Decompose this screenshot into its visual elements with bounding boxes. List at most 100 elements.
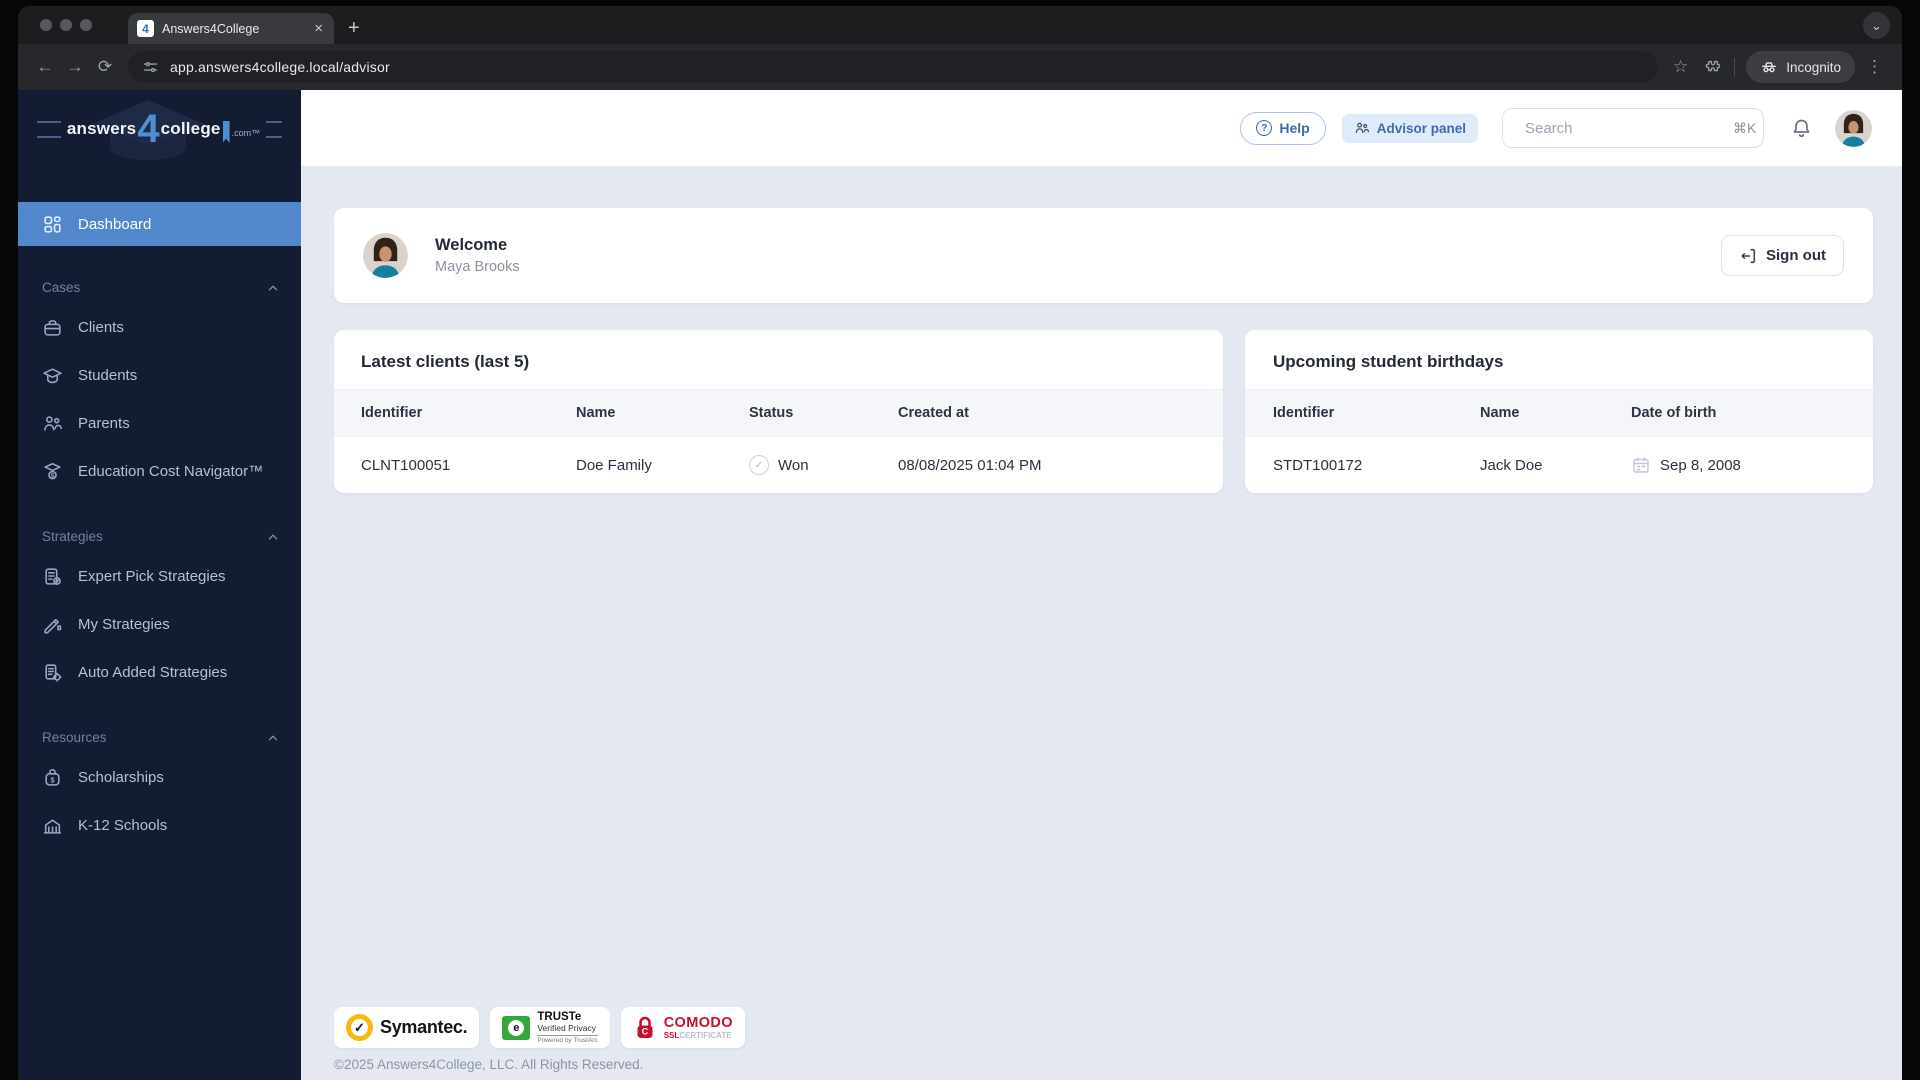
tab-search-button[interactable]: ⌄ xyxy=(1863,12,1890,39)
document-gear-icon xyxy=(45,663,62,682)
sidebar-item-auto-added-strategies[interactable]: Auto Added Strategies xyxy=(18,648,301,696)
column-header: Status xyxy=(749,405,794,421)
toolbar-divider xyxy=(1734,58,1736,76)
sidebar-item-scholarships[interactable]: $ Scholarships xyxy=(18,753,301,801)
question-icon: ? xyxy=(1256,120,1273,136)
sidebar-item-label: Expert Pick Strategies xyxy=(78,567,226,585)
app-header: ? Help Advisor panel Search ⌘K xyxy=(301,90,1902,167)
search-input[interactable] xyxy=(1525,119,1724,137)
tab-strip: 4 Answers4College × + ⌄ xyxy=(18,6,1902,44)
sidebar-section-cases[interactable]: Cases xyxy=(18,280,301,295)
truste-e: e xyxy=(508,1019,525,1036)
birthdays-title: Upcoming student birthdays xyxy=(1273,352,1504,371)
calendar-icon xyxy=(1633,457,1649,473)
bookmark-star-icon[interactable]: ☆ xyxy=(1673,57,1688,77)
forward-button[interactable]: → xyxy=(60,57,90,77)
advisor-name: Maya Brooks xyxy=(435,259,520,275)
column-header: Identifier xyxy=(1273,405,1335,421)
logo-ribbon-icon xyxy=(222,121,230,143)
chevron-up-icon xyxy=(268,534,278,539)
url-text: app.answers4college.local/advisor xyxy=(170,59,390,75)
sidebar-item-parents[interactable]: Parents xyxy=(18,399,301,447)
sidebar-item-k12-schools[interactable]: K-12 Schools xyxy=(18,801,301,849)
notifications-bell-icon[interactable] xyxy=(1790,117,1813,140)
sidebar-item-label: My Strategies xyxy=(78,615,170,633)
back-button[interactable]: ← xyxy=(30,57,60,77)
sidebar-item-clients[interactable]: Clients xyxy=(18,303,301,351)
tab-title: Answers4College xyxy=(162,21,260,36)
app-logo[interactable]: answers 4 college .com™ xyxy=(18,90,301,168)
browser-menu-icon[interactable]: ⋮ xyxy=(1866,57,1883,77)
graduation-cap-icon xyxy=(43,367,62,383)
chevron-up-icon xyxy=(268,285,278,290)
user-avatar[interactable] xyxy=(1835,109,1872,147)
sidebar-item-my-strategies[interactable]: My Strategies xyxy=(18,600,301,648)
sidebar-item-education-cost-navigator[interactable]: $ Education Cost Navigator™ xyxy=(18,447,301,495)
symantec-label: Symantec. xyxy=(380,1017,468,1037)
sidebar-section-strategies[interactable]: Strategies xyxy=(18,529,301,544)
new-tab-button[interactable]: + xyxy=(348,17,360,40)
sidebar-item-label: Clients xyxy=(78,318,124,336)
sidebar-nav: Dashboard Cases Clients Students Parents… xyxy=(18,168,301,849)
dashboard-grid-icon xyxy=(44,215,61,233)
chevron-up-icon xyxy=(268,735,278,740)
upcoming-birthdays-card: Upcoming student birthdays Identifier Na… xyxy=(1245,330,1873,493)
sign-out-button[interactable]: Sign out xyxy=(1721,235,1844,276)
profile-avatar xyxy=(363,233,408,278)
comodo-certificate: CERTIFICATE xyxy=(679,1031,732,1041)
birthdays-header-row: Identifier Name Date of birth xyxy=(1245,389,1873,436)
help-button[interactable]: ? Help xyxy=(1240,111,1326,145)
close-window-button[interactable] xyxy=(40,19,52,31)
sidebar-item-students[interactable]: Students xyxy=(18,351,301,399)
help-label: Help xyxy=(1279,120,1310,136)
sidebar-item-label: K-12 Schools xyxy=(78,816,168,834)
site-settings-icon[interactable] xyxy=(142,59,159,76)
status-check-icon: ✓ xyxy=(749,455,769,475)
reload-button[interactable]: ⟳ xyxy=(90,57,120,77)
column-header: Name xyxy=(1480,405,1520,421)
table-row[interactable]: STDT100172 Jack Doe Sep 8, 2008 xyxy=(1245,436,1873,493)
svg-text:C: C xyxy=(641,1026,648,1036)
tab-favicon-icon: 4 xyxy=(137,20,154,37)
client-identifier: CLNT100051 xyxy=(361,456,451,474)
incognito-label: Incognito xyxy=(1786,59,1841,75)
svg-text:$: $ xyxy=(50,775,54,784)
browser-tab[interactable]: 4 Answers4College × xyxy=(128,13,334,44)
money-bag-icon: $ xyxy=(45,768,60,786)
sidebar-section-resources[interactable]: Resources xyxy=(18,730,301,745)
sidebar-item-label: Students xyxy=(78,366,138,384)
sidebar-item-dashboard[interactable]: Dashboard xyxy=(18,202,301,246)
table-row[interactable]: CLNT100051 Doe Family ✓ Won 08/08/2025 0… xyxy=(334,436,1223,493)
client-created-at: 08/08/2025 01:04 PM xyxy=(898,456,1042,474)
client-status: ✓ Won xyxy=(749,455,898,475)
copyright-text: ©2025 Answers4College, LLC. All Rights R… xyxy=(334,1057,644,1072)
address-bar[interactable]: app.answers4college.local/advisor xyxy=(128,51,1658,83)
welcome-title: Welcome xyxy=(435,236,508,254)
search-box[interactable]: ⌘K xyxy=(1502,108,1764,148)
logo-text-com: .com™ xyxy=(231,127,261,138)
minimize-window-button[interactable] xyxy=(60,19,72,31)
tab-close-icon[interactable]: × xyxy=(312,21,325,36)
dob-label: Sep 8, 2008 xyxy=(1660,456,1741,474)
page-footer: ✓ Symantec. e TRUSTe Verified Privacy Po… xyxy=(334,1007,745,1072)
truste-badge: e TRUSTe Verified Privacy Powered by Tru… xyxy=(490,1007,610,1048)
briefcase-icon xyxy=(44,319,61,336)
column-header: Name xyxy=(576,405,616,421)
zoom-window-button[interactable] xyxy=(80,19,92,31)
sidebar-item-label: Auto Added Strategies xyxy=(78,663,228,681)
logo-right-lines xyxy=(266,120,283,138)
svg-text:$: $ xyxy=(51,472,55,479)
truste-powered-by: Powered by TrustArc xyxy=(537,1036,598,1044)
extensions-icon[interactable] xyxy=(1702,58,1721,76)
column-header: Created at xyxy=(898,405,969,421)
comodo-ssl: SSL xyxy=(663,1031,680,1041)
comodo-title: COMODO xyxy=(663,1014,733,1031)
incognito-icon xyxy=(1762,62,1777,73)
advisor-panel-badge[interactable]: Advisor panel xyxy=(1341,113,1478,143)
school-building-icon xyxy=(43,818,62,834)
sidebar-item-expert-pick-strategies[interactable]: Expert Pick Strategies xyxy=(18,552,301,600)
client-name: Doe Family xyxy=(576,456,652,474)
advisor-people-icon xyxy=(1355,122,1369,134)
search-shortcut: ⌘K xyxy=(1733,119,1757,136)
symantec-check-icon: ✓ xyxy=(346,1014,373,1041)
